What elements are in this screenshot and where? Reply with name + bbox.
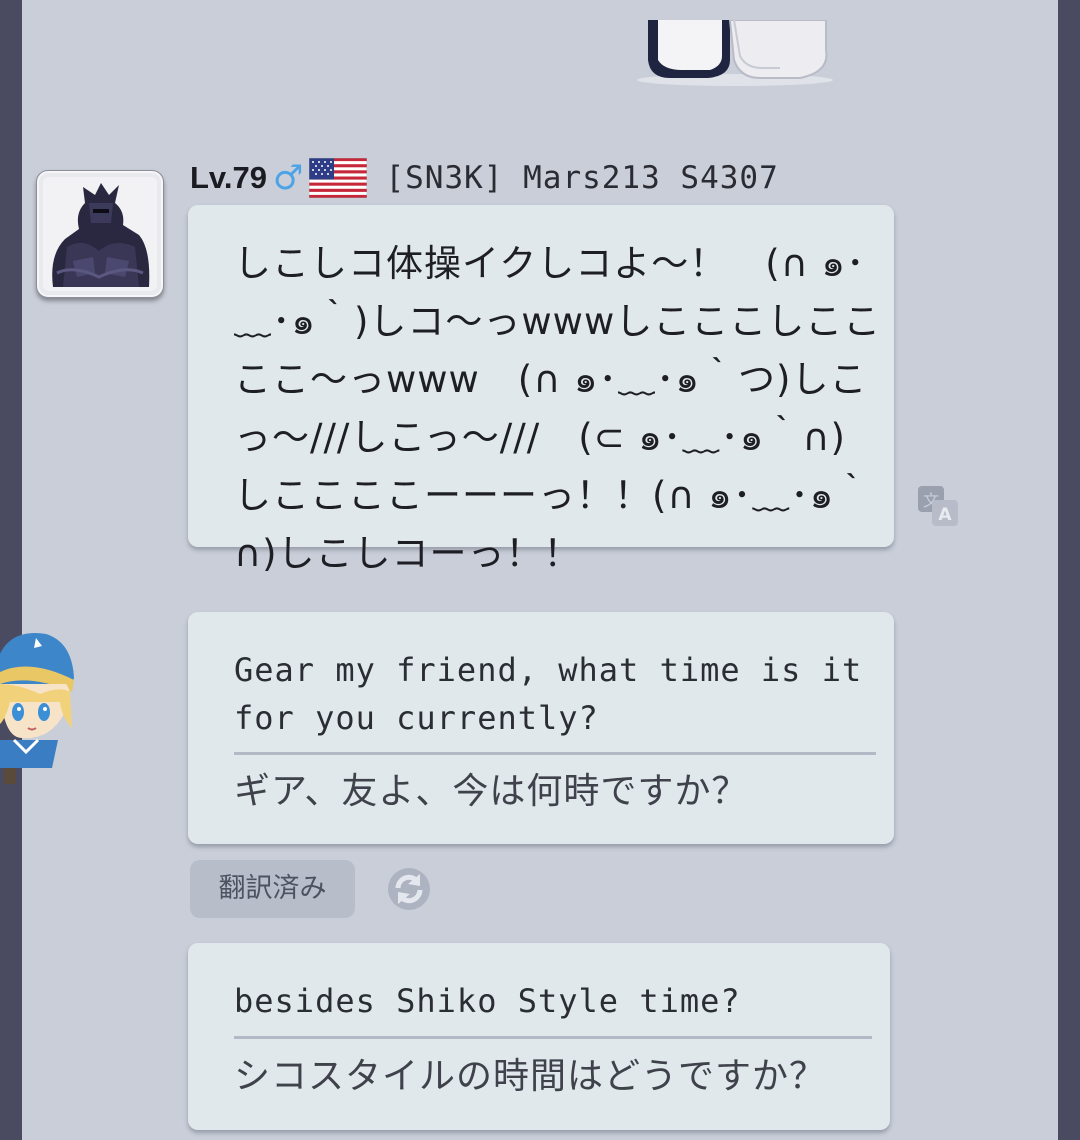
translation-divider [234,1036,872,1039]
translated-text: シコスタイルの時間はどうですか？ [234,1056,827,1097]
svg-text:A: A [938,505,952,525]
penguin-sticker[interactable] [630,20,840,90]
sender-name: [SN3K] Mars213 S4307 [385,160,779,196]
sender-info-row[interactable]: Lv.79 ♂ [SN3K] Mars213 S4307 [190,156,779,200]
sender-avatar[interactable] [36,170,164,298]
translated-text: ギア、友よ、今は何時ですか？ [234,771,749,812]
message-bubble-translated[interactable]: besides Shiko Style time? シコスタイルの時間はどうです… [188,943,890,1130]
chibi-character-icon[interactable] [0,628,76,788]
message-text: しこしコ体操イクしコよ～！ (∩ ๑･﹏･๑｀)しコ～っwwwしこここしここここ… [234,242,884,575]
armored-knight-avatar-icon [43,177,157,291]
male-gender-icon: ♂ [272,158,304,198]
us-flag-icon [309,158,368,198]
message-bubble-translated[interactable]: Gear my friend, what time is it for you … [188,612,894,844]
sender-level: Lv.79 [190,160,267,195]
right-frame [1058,0,1080,1140]
translated-badge[interactable]: 翻訳済み [190,860,355,918]
translation-divider [234,752,876,755]
refresh-icon[interactable] [386,866,432,912]
left-frame [0,0,22,1140]
message-bubble[interactable]: しこしコ体操イクしコよ～！ (∩ ๑･﹏･๑｀)しコ～っwwwしこここしここここ… [188,205,894,575]
translate-icon[interactable]: 文 A [916,484,960,528]
original-text: Gear my friend, what time is it for you … [234,651,863,737]
original-text: besides Shiko Style time? [234,982,741,1020]
